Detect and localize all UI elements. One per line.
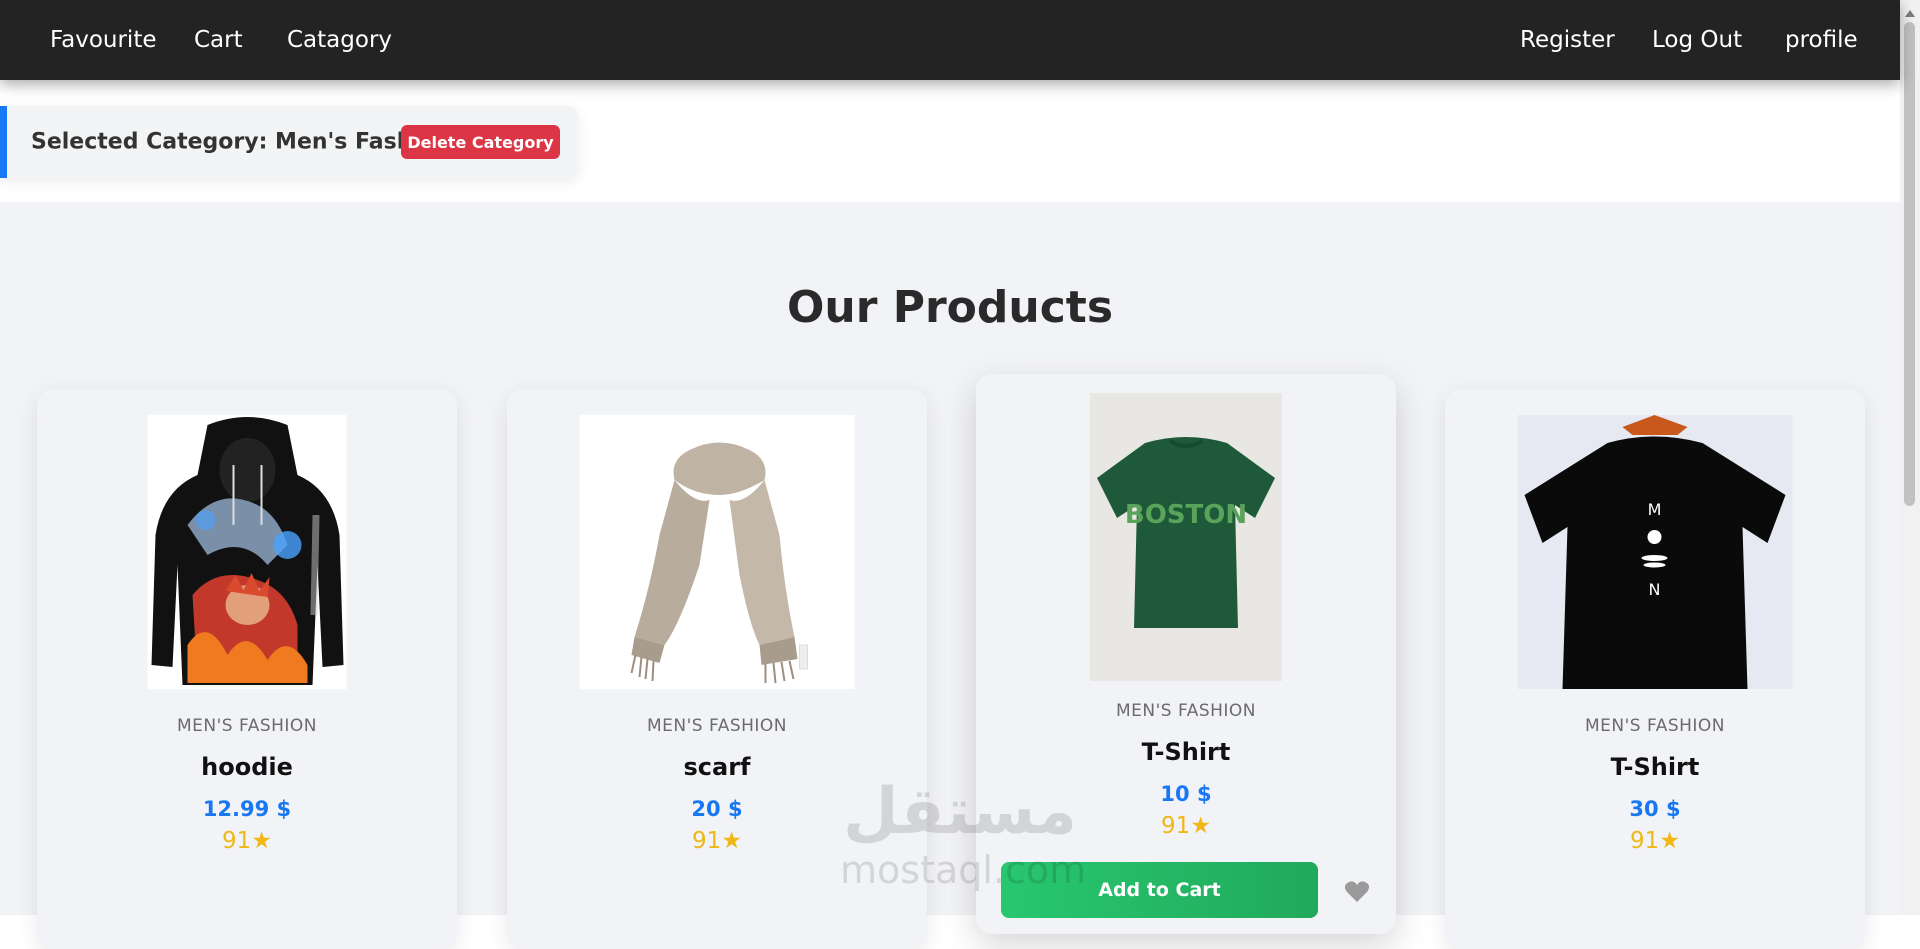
product-name: T-Shirt xyxy=(1141,738,1231,766)
scarf-image xyxy=(579,415,855,689)
product-card[interactable]: M N MEN'S FASHION T-Shirt 30 $ 91★ xyxy=(1445,389,1865,949)
nav-favourite[interactable]: Favourite xyxy=(50,27,157,53)
top-navbar: Favourite Cart Catagory Register Log Out… xyxy=(0,0,1900,80)
product-card[interactable]: MEN'S FASHION hoodie 12.99 $ 91★ xyxy=(37,389,457,949)
product-name: hoodie xyxy=(201,753,293,781)
product-card[interactable]: MEN'S FASHION scarf 20 $ 91★ xyxy=(507,389,927,949)
product-price: 20 $ xyxy=(691,797,743,821)
product-rating: 91★ xyxy=(1630,828,1680,854)
nav-register[interactable]: Register xyxy=(1520,27,1615,53)
svg-text:M: M xyxy=(1648,500,1662,519)
product-rating: 91★ xyxy=(692,828,742,854)
product-category: MEN'S FASHION xyxy=(1115,701,1257,721)
selected-category-banner: Selected Category: Men's Fashion Delete … xyxy=(0,106,578,178)
vertical-scrollbar[interactable] xyxy=(1900,0,1920,915)
product-category: MEN'S FASHION xyxy=(646,716,788,736)
heart-icon[interactable] xyxy=(1344,880,1370,904)
section-title: Our Products xyxy=(786,282,1114,333)
nav-profile[interactable]: profile xyxy=(1785,27,1858,53)
delete-category-button[interactable]: Delete Category xyxy=(401,125,560,159)
scroll-thumb[interactable] xyxy=(1904,22,1915,506)
product-category: MEN'S FASHION xyxy=(1584,716,1726,736)
scroll-up-arrow-icon[interactable] xyxy=(1905,10,1915,17)
hoodie-image xyxy=(147,415,347,689)
nav-logout[interactable]: Log Out xyxy=(1652,27,1742,53)
product-price: 12.99 $ xyxy=(202,797,292,821)
nav-category[interactable]: Catagory xyxy=(287,27,392,53)
nav-cart[interactable]: Cart xyxy=(194,27,243,53)
product-price: 10 $ xyxy=(1160,782,1212,806)
product-card[interactable]: BOSTON MEN'S FASHION T-Shirt 10 $ 91★ Ad… xyxy=(976,374,1396,934)
product-name: T-Shirt xyxy=(1610,753,1700,781)
add-to-cart-button[interactable]: Add to Cart xyxy=(1001,862,1318,918)
black-tshirt-image: M N xyxy=(1517,415,1793,689)
product-rating: 91★ xyxy=(1161,813,1211,839)
green-tshirt-image: BOSTON xyxy=(1090,393,1282,681)
product-name: scarf xyxy=(683,753,751,781)
svg-text:N: N xyxy=(1649,580,1661,599)
product-rating: 91★ xyxy=(222,828,272,854)
selected-category-label: Selected Category: Men's Fashion xyxy=(31,129,451,155)
svg-text:BOSTON: BOSTON xyxy=(1125,500,1247,530)
product-category: MEN'S FASHION xyxy=(176,716,318,736)
product-price: 30 $ xyxy=(1629,797,1681,821)
